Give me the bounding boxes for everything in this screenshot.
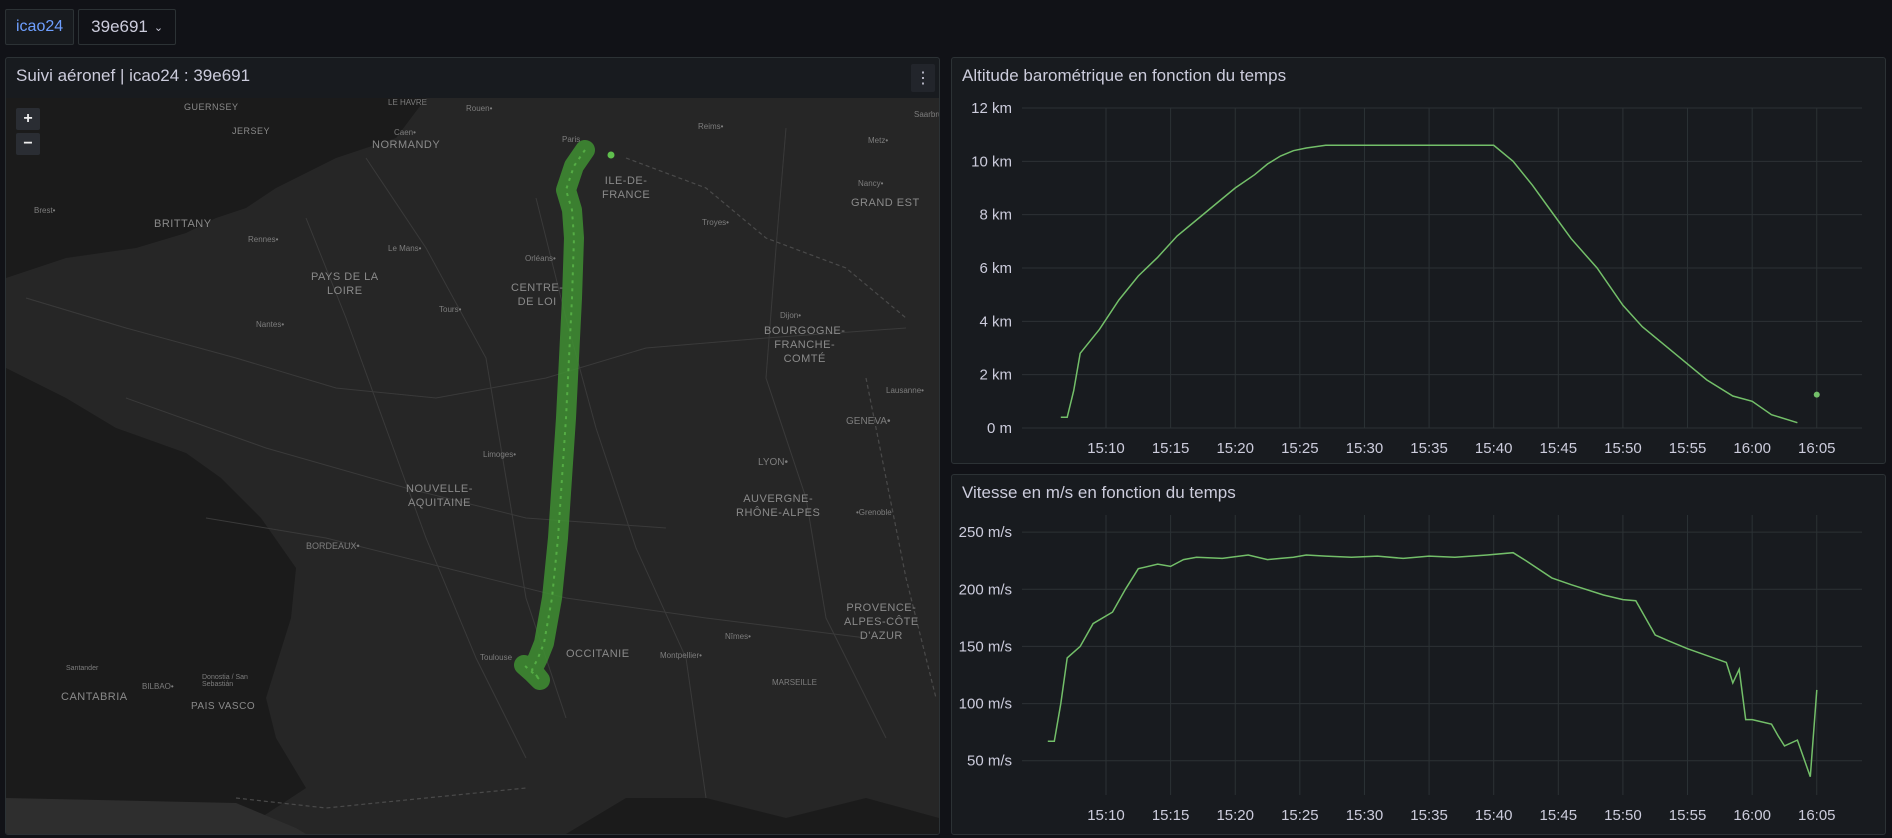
y-tick-label: 4 km bbox=[979, 313, 1012, 330]
x-tick-label: 15:40 bbox=[1475, 440, 1513, 457]
x-tick-label: 15:30 bbox=[1346, 440, 1384, 457]
x-tick-label: 15:55 bbox=[1669, 440, 1707, 457]
panel-menu-icon[interactable]: ⋮ bbox=[911, 64, 935, 92]
x-tick-label: 15:25 bbox=[1281, 440, 1319, 457]
aircraft-position-marker bbox=[607, 151, 615, 159]
x-tick-label: 16:00 bbox=[1733, 440, 1771, 457]
altitude-panel: Altitude barométrique en fonction du tem… bbox=[951, 57, 1886, 464]
y-tick-label: 250 m/s bbox=[959, 524, 1012, 541]
x-tick-label: 15:10 bbox=[1087, 807, 1125, 824]
x-tick-label: 16:05 bbox=[1798, 807, 1836, 824]
chevron-down-icon: ⌄ bbox=[153, 21, 164, 34]
map-view[interactable]: NORMANDY ILE-DE- FRANCE GRAND EST BRITTA… bbox=[6, 98, 939, 834]
x-tick-label: 15:50 bbox=[1604, 440, 1642, 457]
zoom-controls: + − bbox=[16, 108, 40, 155]
y-tick-label: 0 m bbox=[987, 420, 1012, 437]
zoom-in-button[interactable]: + bbox=[16, 108, 40, 130]
x-tick-label: 15:15 bbox=[1152, 807, 1190, 824]
y-tick-label: 8 km bbox=[979, 207, 1012, 224]
x-tick-label: 16:05 bbox=[1798, 440, 1836, 457]
x-tick-label: 15:25 bbox=[1281, 807, 1319, 824]
map-panel: Suivi aéronef | icao24 : 39e691 ⋮ NORMAN… bbox=[5, 57, 940, 835]
x-tick-label: 15:40 bbox=[1475, 807, 1513, 824]
x-tick-label: 15:15 bbox=[1152, 440, 1190, 457]
map-panel-title: Suivi aéronef | icao24 : 39e691 bbox=[16, 66, 251, 85]
aircraft-track bbox=[514, 140, 595, 690]
y-tick-label: 6 km bbox=[979, 260, 1012, 277]
x-tick-label: 15:45 bbox=[1540, 440, 1578, 457]
x-tick-label: 15:45 bbox=[1540, 807, 1578, 824]
x-tick-label: 15:30 bbox=[1346, 807, 1384, 824]
y-tick-label: 2 km bbox=[979, 367, 1012, 384]
y-tick-label: 100 m/s bbox=[959, 696, 1012, 713]
x-tick-label: 15:55 bbox=[1669, 807, 1707, 824]
x-tick-label: 15:35 bbox=[1410, 807, 1448, 824]
data-point bbox=[1813, 391, 1820, 398]
variable-bar: icao24 39e691 ⌄ bbox=[5, 9, 177, 45]
x-tick-label: 15:20 bbox=[1216, 807, 1254, 824]
speed-chart[interactable]: 50 m/s 100 m/s 150 m/s 200 m/s 250 m/s 15:10 1… bbox=[952, 475, 1885, 834]
x-tick-label: 15:50 bbox=[1604, 807, 1642, 824]
speed-panel: Vitesse en m/s en fonction du temps 50 m… bbox=[951, 474, 1886, 835]
x-tick-label: 15:35 bbox=[1410, 440, 1448, 457]
x-tick-label: 16:00 bbox=[1733, 807, 1771, 824]
y-tick-label: 150 m/s bbox=[959, 638, 1012, 655]
x-tick-label: 15:20 bbox=[1216, 440, 1254, 457]
aircraft-track-layer bbox=[514, 140, 615, 690]
zoom-out-button[interactable]: − bbox=[16, 133, 40, 155]
variable-label: icao24 bbox=[5, 9, 75, 45]
variable-select[interactable]: 39e691 ⌄ bbox=[78, 9, 177, 45]
y-tick-label: 50 m/s bbox=[967, 753, 1012, 770]
x-tick-label: 15:10 bbox=[1087, 440, 1125, 457]
series-line bbox=[1047, 551, 1818, 777]
variable-value: 39e691 bbox=[91, 17, 148, 36]
y-tick-label: 200 m/s bbox=[959, 581, 1012, 598]
y-tick-label: 10 km bbox=[971, 153, 1012, 170]
altitude-chart[interactable]: 0 m 2 km 4 km 6 km 8 km 10 km 12 km 15:10 15:15 1… bbox=[952, 58, 1885, 463]
y-tick-label: 12 km bbox=[971, 100, 1012, 117]
